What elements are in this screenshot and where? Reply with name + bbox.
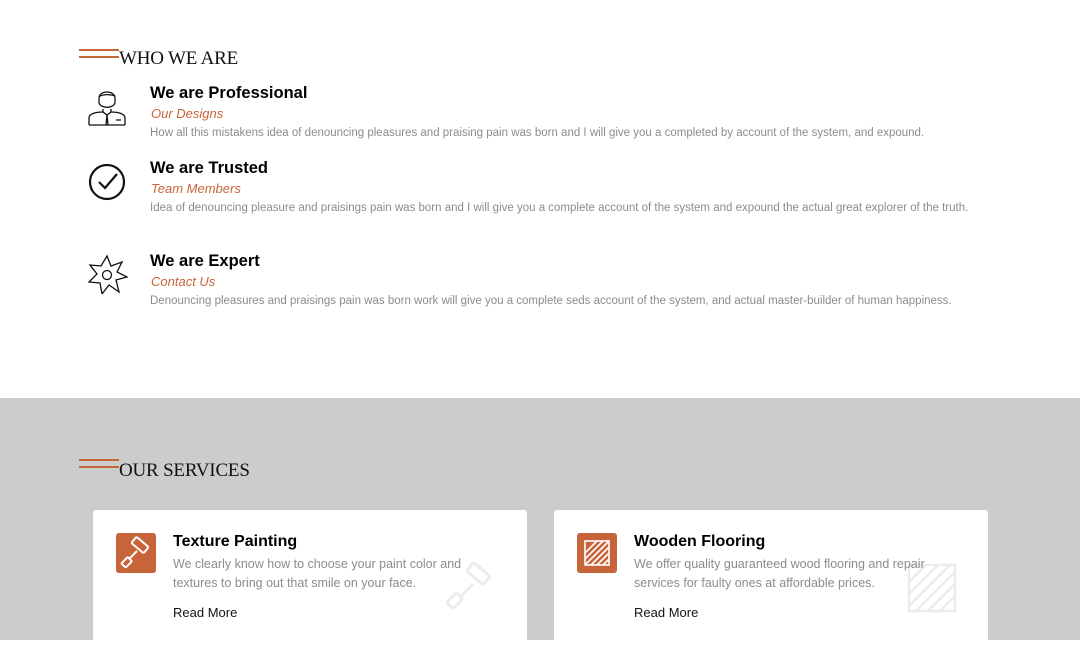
read-more-link[interactable]: Read More bbox=[173, 605, 237, 620]
read-more-link[interactable]: Read More bbox=[634, 605, 698, 620]
feature-subtitle: Contact Us bbox=[151, 274, 216, 289]
feature-description: How all this mistakens idea of denouncin… bbox=[150, 127, 925, 139]
feature-title: We are Trusted bbox=[150, 159, 268, 177]
feature-subtitle: Team Members bbox=[151, 181, 241, 196]
who-we-are-heading: WHO WE ARE bbox=[79, 48, 239, 70]
service-card-texture-painting: Texture Painting We clearly know how to … bbox=[93, 510, 527, 650]
heading-accent-line bbox=[79, 459, 119, 468]
expert-star-icon bbox=[86, 252, 129, 296]
service-description: We clearly know how to choose your paint… bbox=[173, 557, 462, 590]
paint-roller-icon bbox=[116, 533, 156, 573]
our-services-heading: OUR SERVICES bbox=[79, 459, 250, 482]
checkmark-circle-icon bbox=[86, 159, 128, 201]
professional-person-icon bbox=[86, 84, 128, 126]
feature-title: We are Expert bbox=[150, 252, 260, 270]
services-section: OUR SERVICES Texture Painting We clearly… bbox=[0, 398, 1080, 650]
service-card-wooden-flooring: Wooden Flooring We offer quality guarant… bbox=[554, 510, 988, 650]
service-title: Wooden Flooring bbox=[634, 533, 766, 550]
section-title: OUR SERVICES bbox=[119, 460, 250, 481]
service-title: Texture Painting bbox=[173, 533, 298, 550]
wood-floor-icon bbox=[577, 533, 617, 573]
heading-accent-line bbox=[79, 49, 119, 58]
feature-subtitle: Our Designs bbox=[151, 106, 224, 121]
service-description: We offer quality guaranteed wood floorin… bbox=[634, 557, 925, 590]
feature-title: We are Professional bbox=[150, 84, 308, 102]
feature-description: Idea of denouncing pleasure and praising… bbox=[150, 202, 969, 214]
feature-description: Denouncing pleasures and praisings pain … bbox=[150, 295, 952, 307]
section-title: WHO WE ARE bbox=[119, 48, 239, 69]
